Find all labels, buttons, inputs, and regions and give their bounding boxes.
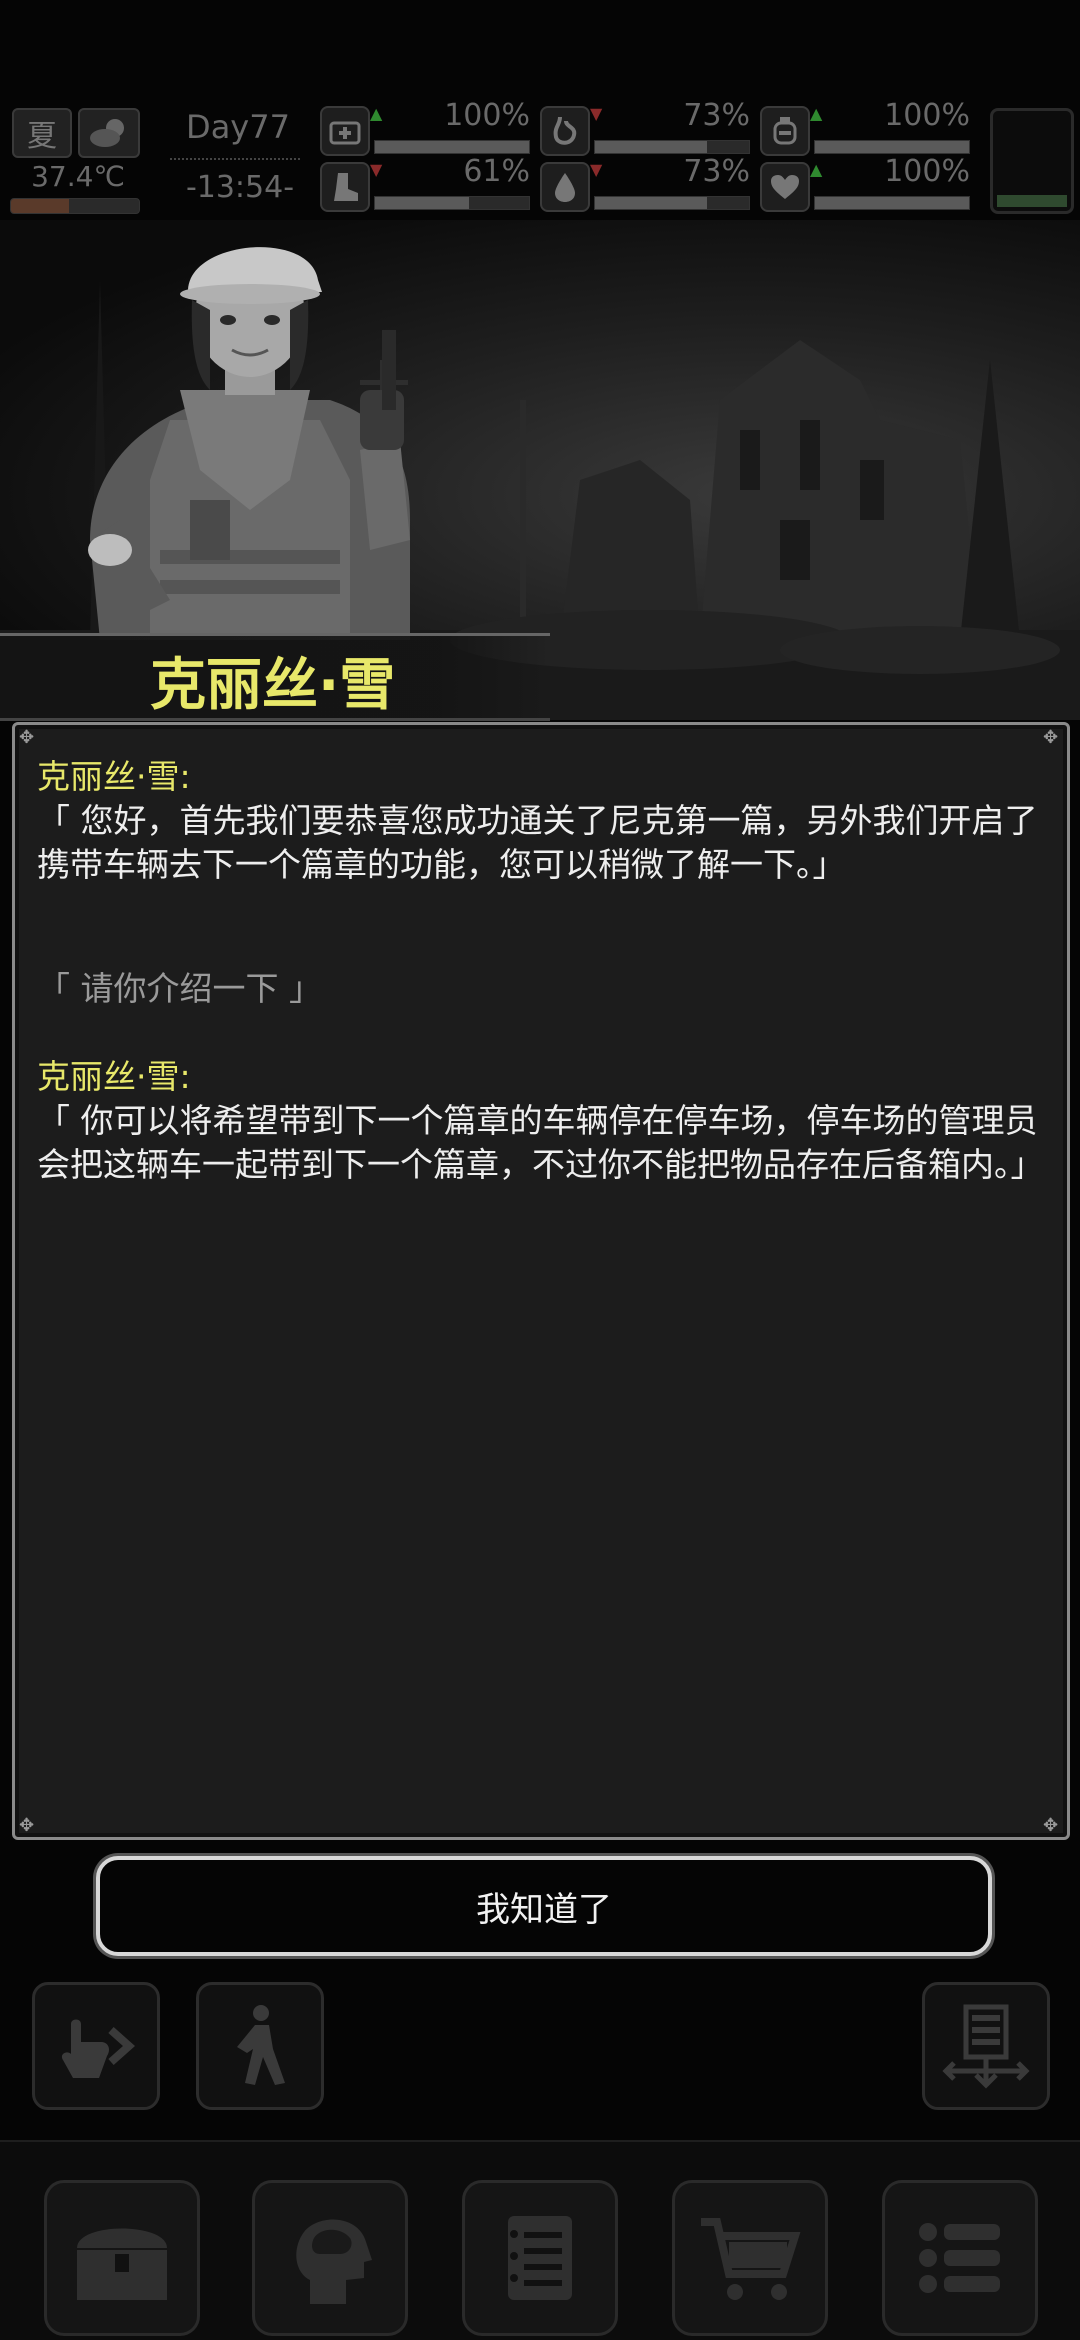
- stat-bar: [814, 196, 970, 210]
- trend-up-icon: ▲: [370, 104, 383, 123]
- clock-time: -13:54-: [185, 170, 295, 205]
- stat-value: 100%: [444, 98, 530, 133]
- head-brain-icon: [296, 2219, 372, 2304]
- boot-icon: [320, 162, 370, 212]
- corner-ornament-icon: ✥: [19, 727, 35, 748]
- bladder-icon: [760, 106, 810, 156]
- dialog-entry: 克丽丝·雪: 「 您好，首先我们要恭喜您成功通关了尼克第一篇，另外我们开启了携带…: [37, 755, 1047, 887]
- temperature-value: 37.4℃: [31, 160, 125, 193]
- main-menu-button[interactable]: [882, 2180, 1038, 2336]
- skills-brain-button[interactable]: [252, 2180, 408, 2336]
- day-counter: Day77: [186, 108, 290, 146]
- trend-down-icon: ▼: [590, 104, 603, 123]
- capacity-fill: [997, 195, 1067, 207]
- hand-pointer-icon: [61, 2019, 136, 2078]
- shopping-cart-icon: [701, 2218, 801, 2300]
- drawer-stack-icon: [942, 2004, 1030, 2089]
- dialog-speaker: 克丽丝·雪:: [37, 757, 191, 796]
- cloudy-moon-icon: [78, 108, 140, 158]
- stat-health[interactable]: ▲ 100%: [320, 98, 530, 156]
- stat-thirst[interactable]: ▼ 73%: [540, 154, 750, 212]
- dialog-entry: 克丽丝·雪: 「 你可以将希望带到下一个篇章的车辆停在停车场，停车场的管理员会把…: [37, 1055, 1047, 1187]
- stat-value: 61%: [463, 154, 530, 189]
- dialog-text: 「 你可以将希望带到下一个篇章的车辆停在停车场，停车场的管理员会把这辆车一起带到…: [37, 1101, 1044, 1184]
- stomach-icon: [540, 106, 590, 156]
- heart-icon: [760, 162, 810, 212]
- bottom-nav-bar: [0, 2140, 1080, 2340]
- corner-ornament-icon: ✥: [19, 1815, 35, 1836]
- dialog-speaker: 克丽丝·雪:: [37, 1057, 191, 1096]
- walk-button[interactable]: [196, 1982, 324, 2110]
- stat-stamina[interactable]: ▼ 61%: [320, 154, 530, 212]
- notebook-icon: [508, 2216, 572, 2300]
- day-divider: [170, 158, 300, 160]
- stat-mood[interactable]: ▲ 100%: [760, 154, 970, 212]
- journal-button[interactable]: [462, 2180, 618, 2336]
- stat-value: 73%: [683, 98, 750, 133]
- season-indicator: 夏: [12, 108, 72, 158]
- walking-person-icon: [237, 2005, 285, 2085]
- trend-down-icon: ▼: [370, 160, 383, 179]
- speaker-name: 克丽丝·雪: [150, 653, 396, 718]
- character-portrait: [88, 247, 410, 640]
- trend-up-icon: ▲: [810, 104, 823, 123]
- list-menu-icon: [919, 2223, 1000, 2293]
- stat-bladder[interactable]: ▲ 100%: [760, 98, 970, 156]
- interact-button[interactable]: [32, 1982, 160, 2110]
- acknowledge-button[interactable]: 我知道了: [96, 1856, 992, 1956]
- stat-bar: [374, 196, 530, 210]
- status-hud: 夏 37.4℃ Day77 -13:54- ▲ 100% ▼ 73% ▲ 100…: [0, 98, 1080, 220]
- stat-value: 100%: [884, 154, 970, 189]
- trend-down-icon: ▼: [590, 160, 603, 179]
- dialog-text: 「 您好，首先我们要恭喜您成功通关了尼克第一篇，另外我们开启了携带车辆去下一个篇…: [37, 801, 1038, 884]
- dialog-box[interactable]: ✥ ✥ ✥ ✥ 克丽丝·雪: 「 您好，首先我们要恭喜您成功通关了尼克第一篇，另…: [12, 722, 1070, 1840]
- inventory-chest-button[interactable]: [44, 2180, 200, 2336]
- shop-cart-button[interactable]: [672, 2180, 828, 2336]
- stat-value: 100%: [884, 98, 970, 133]
- stat-bar: [374, 140, 530, 154]
- water-drop-icon: [540, 162, 590, 212]
- corner-ornament-icon: ✥: [1043, 1815, 1059, 1836]
- stat-hunger[interactable]: ▼ 73%: [540, 98, 750, 156]
- stat-value: 73%: [683, 154, 750, 189]
- medkit-icon: [320, 106, 370, 156]
- season-label: 夏: [27, 119, 57, 154]
- trend-up-icon: ▲: [810, 160, 823, 179]
- corner-ornament-icon: ✥: [1043, 727, 1059, 748]
- backpack-capacity-panel[interactable]: [990, 108, 1074, 214]
- stat-bar: [594, 196, 750, 210]
- stat-bar: [594, 140, 750, 154]
- treasure-chest-icon: [77, 2228, 167, 2300]
- speaker-nameplate: 克丽丝·雪: [0, 633, 550, 721]
- player-reply: 「 请你介绍一下 」: [37, 969, 322, 1008]
- storage-button[interactable]: [922, 1982, 1050, 2110]
- temperature-bar: [10, 198, 140, 214]
- stat-bar: [814, 140, 970, 154]
